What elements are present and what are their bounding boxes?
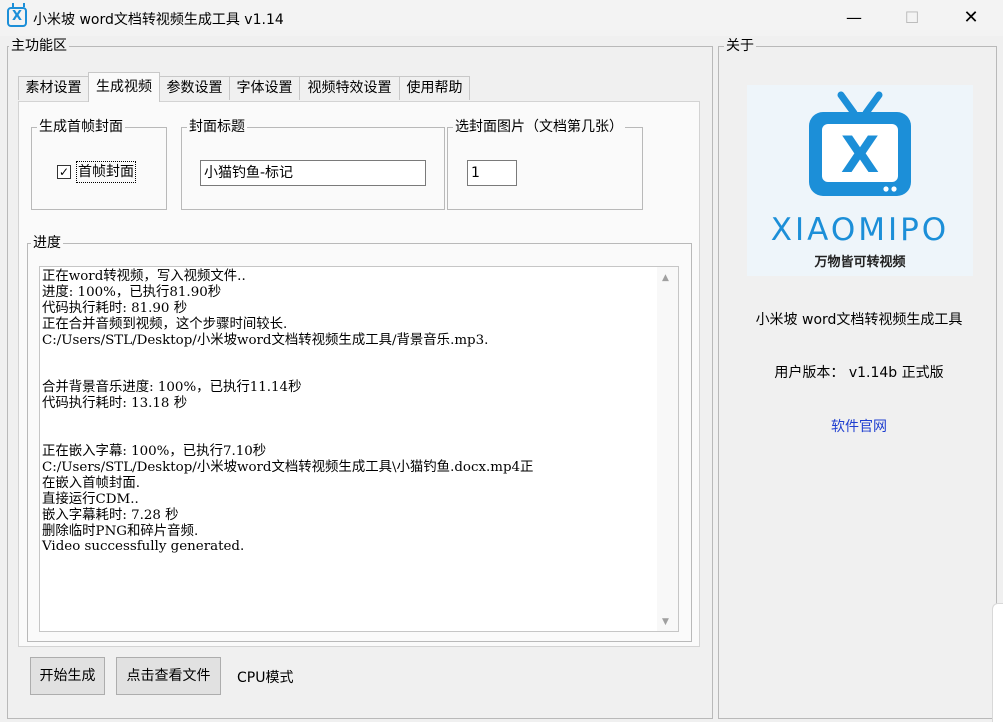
- cover-frame-group-label: 生成首帧封面: [37, 119, 125, 135]
- minimize-button[interactable]: —: [831, 0, 877, 36]
- log-line: 嵌入字幕耗时: 7.28 秒: [42, 507, 179, 523]
- title-bar: X 小米坡 word文档转视频生成工具 v1.14 — ☐ ✕: [0, 0, 1003, 36]
- log-line: 进度: 100%，已执行81.90秒: [42, 284, 222, 300]
- cover-image-group-label: 选封面图片（文档第几张）: [453, 119, 625, 135]
- log-line: C:/Users/STL/Desktop/小米坡word文档转视频生成工具\小猫…: [42, 459, 534, 475]
- progress-log[interactable]: 正在word转视频，写入视频文件.. 进度: 100%，已执行81.90秒 代码执行…: [39, 266, 657, 632]
- scroll-down-arrow-icon[interactable]: ▼: [662, 617, 672, 627]
- app-icon: X: [7, 3, 27, 27]
- log-line: 在嵌入首帧封面.: [42, 475, 140, 491]
- close-button[interactable]: ✕: [948, 0, 994, 36]
- log-line: 正在word转视频，写入视频文件..: [42, 269, 246, 284]
- log-line: Video successfully generated.: [42, 539, 245, 555]
- cpu-mode-label: CPU模式: [237, 670, 294, 686]
- progress-group-label: 进度: [31, 235, 63, 251]
- svg-text:X: X: [841, 126, 880, 184]
- log-line: 正在合并音频到视频，这个步骤时间较长.: [42, 316, 288, 332]
- maximize-button[interactable]: ☐: [889, 0, 935, 36]
- log-line: 合并背景音乐进度: 100%，已执行11.14秒: [42, 380, 302, 396]
- first-frame-cover-label[interactable]: 首帧封面: [76, 161, 136, 183]
- svg-text:XIAOMIPO: XIAOMIPO: [771, 212, 949, 248]
- website-link[interactable]: 软件官网: [831, 419, 887, 435]
- log-line: 删除临时PNG和碎片音频.: [42, 523, 199, 539]
- tv-logo-icon: X XIAOMIPO 万物皆可转视频: [771, 91, 949, 270]
- tab-help[interactable]: 使用帮助: [399, 76, 470, 100]
- xiaomipo-logo: X XIAOMIPO 万物皆可转视频: [747, 85, 973, 276]
- about-version: 用户版本： v1.14b 正式版: [774, 365, 944, 381]
- log-line: 代码执行耗时: 81.90 秒: [42, 300, 188, 316]
- log-line: 代码执行耗时: 13.18 秒: [42, 396, 188, 412]
- start-generate-button[interactable]: 开始生成: [30, 657, 105, 695]
- cover-title-input[interactable]: 小猫钓鱼-标记: [200, 160, 426, 186]
- log-scrollbar[interactable]: ▲ ▼: [657, 266, 679, 632]
- view-file-button[interactable]: 点击查看文件: [116, 657, 221, 695]
- about-app-name: 小米坡 word文档转视频生成工具: [755, 312, 963, 328]
- window-title: 小米坡 word文档转视频生成工具 v1.14: [33, 12, 284, 28]
- scroll-up-arrow-icon[interactable]: ▲: [662, 273, 672, 283]
- tab-generate-video[interactable]: 生成视频: [88, 72, 160, 102]
- first-frame-cover-checkbox[interactable]: ✓: [57, 165, 71, 179]
- log-line: 正在嵌入字幕: 100%，已执行7.10秒: [42, 443, 267, 459]
- about-website-link[interactable]: 软件官网: [717, 416, 1001, 436]
- tab-parameter-settings[interactable]: 参数设置: [159, 76, 230, 100]
- about-label: 关于: [724, 38, 756, 54]
- cover-image-index-input[interactable]: 1: [467, 160, 517, 186]
- main-area-label: 主功能区: [9, 38, 69, 54]
- tab-material-settings[interactable]: 素材设置: [18, 76, 89, 100]
- cover-title-group-label: 封面标题: [187, 119, 247, 135]
- svg-text:万物皆可转视频: 万物皆可转视频: [813, 254, 905, 270]
- window-edge: [992, 603, 1003, 722]
- tab-font-settings[interactable]: 字体设置: [229, 76, 300, 100]
- log-line: 直接运行CDM..: [42, 491, 139, 507]
- log-line: C:/Users/STL/Desktop/小米坡word文档转视频生成工具/背景…: [42, 332, 489, 348]
- tab-video-effects[interactable]: 视频特效设置: [299, 76, 400, 100]
